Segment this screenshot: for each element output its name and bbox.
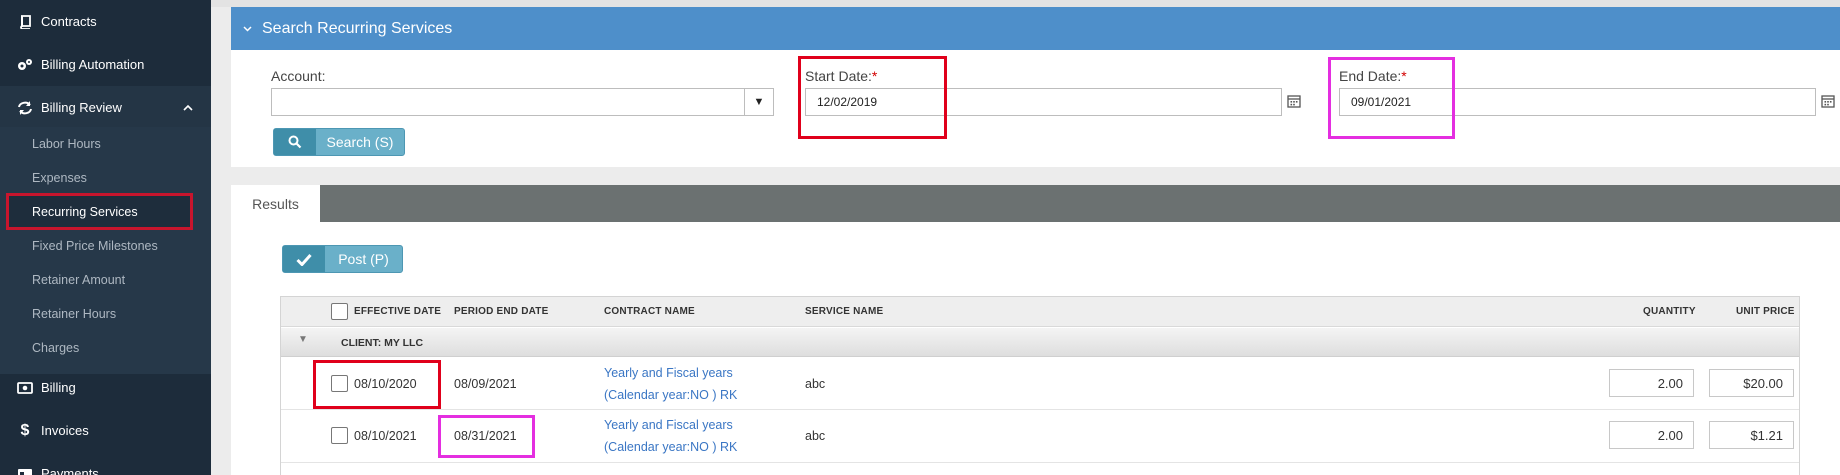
nav-label: Billing	[41, 380, 76, 395]
search-icon	[274, 129, 316, 155]
end-date-highlight	[1328, 57, 1455, 139]
post-button-label: Post (P)	[338, 251, 389, 267]
nav-billing-automation[interactable]: Billing Automation	[0, 43, 211, 86]
nav-payments[interactable]: Payments	[0, 452, 211, 475]
subnav-fixed-price-milestones[interactable]: Fixed Price Milestones	[0, 229, 211, 263]
money-icon	[17, 380, 33, 396]
tab-label: Results	[252, 195, 299, 212]
account-label: Account:	[271, 68, 326, 84]
contract-name-line1: Yearly and Fiscal years	[604, 366, 733, 380]
contract-name-link[interactable]: Yearly and Fiscal years (Calendar year:N…	[604, 362, 737, 406]
effective-date-cell: 08/10/2021	[354, 429, 417, 443]
subnav-label: Retainer Amount	[32, 273, 126, 287]
calendar-icon[interactable]	[1821, 94, 1837, 110]
book-icon	[17, 14, 33, 30]
column-header-period-end-date[interactable]: PERIOD END DATE	[454, 306, 549, 317]
grid-header: EFFECTIVE DATE PERIOD END DATE CONTRACT …	[281, 297, 1799, 327]
search-panel-title: Search Recurring Services	[262, 19, 453, 37]
collapse-triangle-icon[interactable]: ▼	[298, 334, 308, 345]
table-row: 08/10/2020 08/09/2021 Yearly and Fiscal …	[281, 358, 1799, 410]
column-header-effective-date[interactable]: EFFECTIVE DATE	[354, 306, 441, 317]
account-select[interactable]	[271, 88, 746, 116]
chevron-up-icon	[183, 100, 193, 115]
unit-price-input[interactable]: $20.00	[1709, 369, 1794, 397]
select-all-checkbox[interactable]	[331, 303, 348, 320]
row-checkbox[interactable]	[331, 427, 348, 444]
subnav-expenses[interactable]: Expenses	[0, 161, 211, 195]
contract-name-line2: (Calendar year:NO ) RK	[604, 388, 738, 402]
subnav-labor-hours[interactable]: Labor Hours	[0, 127, 211, 161]
subnav-label: Retainer Hours	[32, 307, 117, 321]
top-strip	[211, 0, 1840, 7]
subnav-label: Fixed Price Milestones	[32, 239, 158, 253]
refresh-icon	[17, 100, 33, 116]
quantity-input[interactable]: 2.00	[1609, 421, 1694, 449]
subnav-charges[interactable]: Charges	[0, 331, 211, 365]
checkmark-icon	[283, 246, 325, 272]
column-header-contract-name[interactable]: CONTRACT NAME	[604, 306, 695, 317]
chevron-down-icon	[243, 23, 252, 35]
period-end-date-cell: 08/09/2021	[454, 377, 517, 391]
calendar-icon[interactable]	[1287, 94, 1303, 110]
tab-results[interactable]: Results	[231, 185, 320, 222]
nav-label: Payments	[41, 466, 99, 475]
group-row-client: ▼ CLIENT: MY LLC	[281, 328, 1799, 357]
nav-label: Billing Automation	[41, 57, 145, 72]
nav-label: Billing Review	[41, 100, 122, 115]
subnav-label: Labor Hours	[32, 137, 101, 151]
quantity-input[interactable]: 2.00	[1609, 369, 1694, 397]
contract-name-line2: (Calendar year:NO ) RK	[604, 440, 738, 454]
search-panel: Search Recurring Services	[231, 7, 1840, 167]
nav-contracts[interactable]: Contracts	[0, 0, 211, 43]
results-tab-bar: Results	[231, 185, 1840, 222]
service-name-cell: abc	[805, 377, 826, 391]
subnav-label: Expenses	[32, 171, 87, 185]
nav-label: Invoices	[41, 423, 89, 438]
group-label: CLIENT: MY LLC	[341, 337, 424, 349]
period-end-date-highlight	[438, 415, 535, 458]
payments-icon	[17, 466, 33, 475]
subnav-retainer-amount[interactable]: Retainer Amount	[0, 263, 211, 297]
start-date-highlight	[798, 56, 947, 139]
gears-icon	[17, 57, 33, 73]
caret-down-icon: ▼	[753, 96, 765, 108]
subnav-item-selected: Recurring Services	[9, 196, 190, 227]
dollar-icon: $	[20, 421, 30, 439]
nav-invoices[interactable]: $ Invoices	[0, 409, 211, 452]
nav-label: Contracts	[41, 14, 97, 29]
billing-review-submenu: Labor Hours Expenses Fixed Price Milesto…	[0, 127, 211, 374]
subnav-retainer-hours[interactable]: Retainer Hours	[0, 297, 211, 331]
unit-price-input[interactable]: $1.21	[1709, 421, 1794, 449]
nav-billing[interactable]: Billing	[0, 366, 211, 409]
account-dropdown-button[interactable]: ▼	[744, 88, 774, 116]
contract-name-link[interactable]: Yearly and Fiscal years (Calendar year:N…	[604, 414, 737, 458]
subnav-recurring-services[interactable]: Recurring Services	[6, 193, 193, 230]
service-name-cell: abc	[805, 429, 826, 443]
subnav-label: Charges	[32, 341, 80, 355]
nav-billing-review[interactable]: Billing Review	[0, 86, 211, 129]
subnav-label: Recurring Services	[32, 204, 138, 219]
contract-name-line1: Yearly and Fiscal years	[604, 418, 733, 432]
column-header-unit-price[interactable]: UNIT PRICE	[1736, 306, 1795, 317]
search-panel-header[interactable]: Search Recurring Services	[231, 7, 1840, 50]
search-button-label: Search (S)	[326, 134, 394, 150]
column-header-quantity[interactable]: QUANTITY	[1643, 306, 1696, 317]
post-button[interactable]: Post (P)	[282, 245, 403, 273]
effective-date-highlight	[313, 360, 441, 409]
column-header-service-name[interactable]: SERVICE NAME	[805, 306, 883, 317]
search-button[interactable]: Search (S)	[273, 128, 405, 156]
sidebar: Contracts Billing Automation Billing Rev…	[0, 0, 211, 475]
